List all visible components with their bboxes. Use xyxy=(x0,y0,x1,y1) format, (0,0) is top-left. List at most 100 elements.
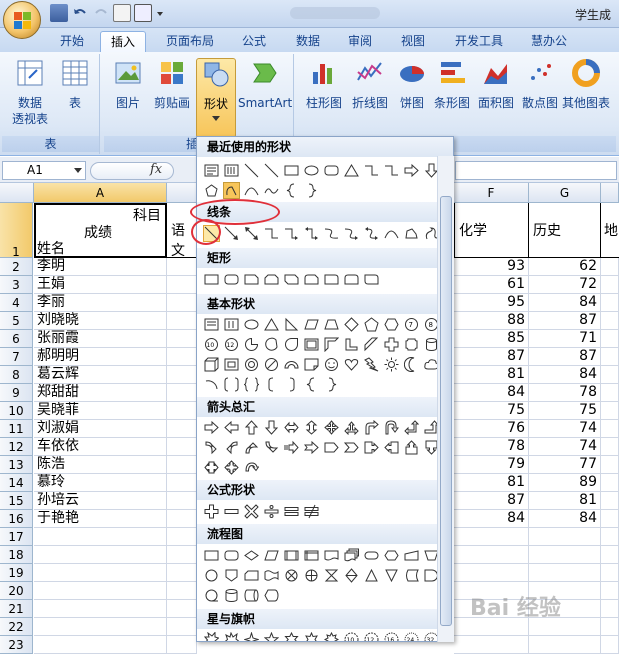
cell-h[interactable] xyxy=(601,384,619,402)
left-brace-shape-icon[interactable] xyxy=(283,182,300,199)
picture-button[interactable]: 图片 xyxy=(110,58,146,111)
empty-cell[interactable] xyxy=(167,636,197,654)
row-header[interactable]: 22 xyxy=(0,618,33,636)
name-cell[interactable]: 于艳艳 xyxy=(34,510,167,528)
smiley-face-icon[interactable] xyxy=(323,356,340,373)
elbow-double-arrow-icon[interactable] xyxy=(303,225,320,242)
office-button[interactable] xyxy=(3,1,41,39)
triangle-shape-icon[interactable] xyxy=(343,162,360,179)
history-score-cell[interactable]: 78 xyxy=(529,384,601,402)
curved-left-arrow-icon[interactable] xyxy=(223,439,240,456)
name-cell[interactable]: 吴晓菲 xyxy=(34,402,167,420)
row-header[interactable]: 20 xyxy=(0,582,33,600)
flowchart-summing-junction-icon[interactable] xyxy=(283,567,300,584)
left-right-arrow-callout-icon[interactable] xyxy=(203,459,220,476)
pentagon-shape-icon[interactable] xyxy=(203,182,220,199)
flowchart-decision-icon[interactable] xyxy=(243,547,260,564)
empty-cell[interactable] xyxy=(34,546,167,564)
history-score-cell[interactable]: 84 xyxy=(529,510,601,528)
pentagon-arrow-icon[interactable] xyxy=(323,439,340,456)
lightning-bolt-icon[interactable] xyxy=(363,356,380,373)
row-header[interactable]: 4 xyxy=(0,294,33,312)
tab-formulas[interactable]: 公式 xyxy=(234,31,274,52)
empty-cell[interactable] xyxy=(454,528,529,546)
name-cell[interactable]: 刘淑娟 xyxy=(34,420,167,438)
snip-round-rect-icon[interactable] xyxy=(303,271,320,288)
arrow-up-down-icon[interactable] xyxy=(303,419,320,436)
quad-arrow-callout-icon[interactable] xyxy=(223,459,240,476)
history-score-cell[interactable]: 62 xyxy=(529,258,601,276)
flowchart-multidocument-icon[interactable] xyxy=(343,547,360,564)
scatter-chart-button[interactable]: 散点图 xyxy=(518,58,562,111)
flowchart-collate-icon[interactable] xyxy=(323,567,340,584)
shapes-button[interactable]: 形状 xyxy=(196,58,236,138)
star10-icon[interactable]: 10 xyxy=(343,631,360,641)
teardrop-icon[interactable] xyxy=(283,336,300,353)
tab-home[interactable]: 开始 xyxy=(52,31,92,52)
cell-h[interactable] xyxy=(601,510,619,528)
undo-icon[interactable] xyxy=(71,4,89,22)
cell-b[interactable] xyxy=(167,312,197,330)
name-cell[interactable]: 车依依 xyxy=(34,438,167,456)
cell-b[interactable] xyxy=(167,456,197,474)
row-header[interactable]: 7 xyxy=(0,348,33,366)
row-header[interactable]: 16 xyxy=(0,510,33,528)
empty-cell[interactable] xyxy=(34,636,167,654)
cell-b[interactable] xyxy=(167,366,197,384)
name-cell[interactable]: 葛云辉 xyxy=(34,366,167,384)
freeform-shape-icon[interactable] xyxy=(223,182,240,199)
row-header[interactable]: 23 xyxy=(0,636,33,654)
cell-b[interactable] xyxy=(167,420,197,438)
bevel-icon[interactable] xyxy=(223,356,240,373)
name-cell[interactable]: 陈浩 xyxy=(34,456,167,474)
area-chart-button[interactable]: 面积图 xyxy=(474,58,518,111)
wave-line-shape-icon[interactable] xyxy=(263,182,280,199)
clipart-button[interactable]: 剪贴画 xyxy=(150,58,194,111)
cell-h[interactable] xyxy=(601,438,619,456)
round-same-side-rect-icon[interactable] xyxy=(343,271,360,288)
chemistry-score-cell[interactable]: 88 xyxy=(454,312,529,330)
flowchart-manual-input-icon[interactable] xyxy=(403,547,420,564)
empty-cell[interactable] xyxy=(454,546,529,564)
rounded-rect-icon[interactable] xyxy=(223,271,240,288)
left-brace-icon[interactable] xyxy=(303,376,320,393)
name-cell[interactable]: 张丽霞 xyxy=(34,330,167,348)
flowchart-data-icon[interactable] xyxy=(263,547,280,564)
flowchart-terminator-icon[interactable] xyxy=(363,547,380,564)
tab-developer[interactable]: 开发工具 xyxy=(449,31,509,52)
double-bracket-icon[interactable] xyxy=(223,376,240,393)
double-brace-icon[interactable] xyxy=(243,376,260,393)
curved-connector-icon[interactable] xyxy=(323,225,340,242)
parallelogram-icon[interactable] xyxy=(303,316,320,333)
flowchart-or-icon[interactable] xyxy=(303,567,320,584)
vertical-textbox-shape-icon[interactable] xyxy=(223,162,240,179)
row-header[interactable]: 10 xyxy=(0,402,33,420)
basic-oval-icon[interactable] xyxy=(243,316,260,333)
donut-icon[interactable] xyxy=(243,356,260,373)
snip-diagonal-rect-icon[interactable] xyxy=(283,271,300,288)
star16-icon[interactable]: 16 xyxy=(383,631,400,641)
empty-cell[interactable] xyxy=(167,528,197,546)
row-header[interactable]: 17 xyxy=(0,528,33,546)
cell-h[interactable] xyxy=(601,312,619,330)
print-icon[interactable] xyxy=(113,4,131,22)
empty-cell[interactable] xyxy=(34,618,167,636)
history-score-cell[interactable]: 87 xyxy=(529,348,601,366)
arrow-line-icon[interactable] xyxy=(223,225,240,242)
snip-same-side-rect-icon[interactable] xyxy=(263,271,280,288)
scroll-thumb[interactable] xyxy=(440,196,452,626)
cell-b[interactable] xyxy=(167,510,197,528)
star5-icon[interactable] xyxy=(263,631,280,641)
star12-icon[interactable]: 12 xyxy=(363,631,380,641)
star8-icon[interactable] xyxy=(323,631,340,641)
other-charts-button[interactable]: 其他图表 xyxy=(560,58,612,111)
left-up-arrow-icon[interactable] xyxy=(403,419,420,436)
flowchart-sequential-storage-icon[interactable] xyxy=(203,587,220,604)
elbow-arrow-connector-icon[interactable] xyxy=(283,225,300,242)
row-header-1[interactable]: 1 xyxy=(0,203,33,259)
left-right-up-arrow-icon[interactable] xyxy=(343,419,360,436)
empty-cell[interactable] xyxy=(529,564,601,582)
empty-cell[interactable] xyxy=(167,582,197,600)
flowchart-process-icon[interactable] xyxy=(203,547,220,564)
flowchart-predefined-process-icon[interactable] xyxy=(283,547,300,564)
